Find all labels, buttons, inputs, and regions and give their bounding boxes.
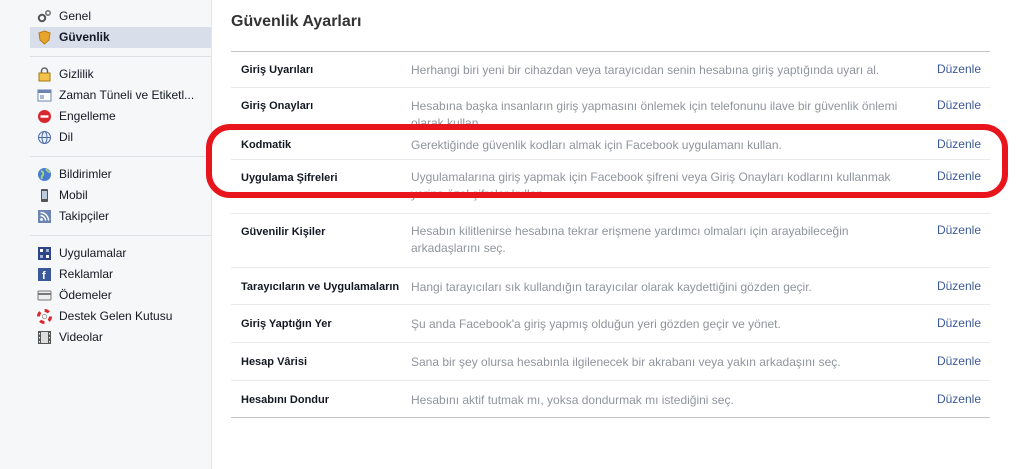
- world-icon: [37, 167, 52, 182]
- globe-icon: [37, 130, 52, 145]
- sidebar-item-label: Uygulamalar: [59, 246, 127, 260]
- nav-group-apps: Uygulamalar f Reklamlar Ödemeler Destek …: [0, 243, 211, 348]
- setting-description: Gerektiğinde güvenlik kodları almak için…: [411, 138, 782, 152]
- sidebar-item-guvenlik[interactable]: Güvenlik: [30, 27, 211, 48]
- sidebar-item-label: Engelleme: [59, 109, 116, 123]
- edit-link[interactable]: Düzenle: [937, 98, 981, 112]
- sidebar-item-bildirimler[interactable]: Bildirimler: [0, 164, 211, 185]
- timeline-icon: [37, 88, 52, 103]
- edit-link[interactable]: Düzenle: [937, 223, 981, 237]
- security-settings-list: Giriş Uyarıları Herhangi biri yeni bir c…: [231, 51, 990, 418]
- rss-icon: [37, 209, 52, 224]
- sidebar-item-label: Destek Gelen Kutusu: [59, 309, 173, 323]
- setting-label: Giriş Uyarıları: [241, 64, 314, 76]
- sidebar-item-genel[interactable]: Genel: [0, 6, 211, 27]
- edit-link[interactable]: Düzenle: [937, 169, 981, 183]
- card-icon: [37, 288, 52, 303]
- setting-label: Hesabını Dondur: [241, 394, 330, 406]
- setting-row-browsers[interactable]: Tarayıcıların ve Uygulamaların Hangi tar…: [231, 267, 990, 304]
- sidebar-item-videolar[interactable]: Videolar: [0, 327, 211, 348]
- sidebar-item-odemeler[interactable]: Ödemeler: [0, 285, 211, 306]
- setting-label: Uygulama Şifreleri: [241, 172, 338, 184]
- edit-link[interactable]: Düzenle: [937, 392, 981, 406]
- lifebuoy-icon: [37, 309, 52, 324]
- setting-description: Uygulamalarına giriş yapmak için Faceboo…: [411, 170, 891, 201]
- sidebar-divider: [30, 156, 211, 157]
- sidebar-item-engelleme[interactable]: Engelleme: [0, 106, 211, 127]
- setting-row-legacy-contact[interactable]: Hesap Vârisi Sana bir şey olursa hesabın…: [231, 342, 990, 380]
- sidebar-divider: [30, 235, 211, 236]
- sidebar-item-reklamlar[interactable]: f Reklamlar: [0, 264, 211, 285]
- main-content: Güvenlik Ayarları Giriş Uyarıları Herhan…: [212, 0, 1029, 469]
- ads-icon: f: [37, 267, 52, 282]
- page-title: Güvenlik Ayarları: [231, 13, 362, 30]
- film-icon: [37, 330, 52, 345]
- sidebar-item-uygulamalar[interactable]: Uygulamalar: [0, 243, 211, 264]
- edit-link[interactable]: Düzenle: [937, 316, 981, 330]
- nav-group-account: Genel Güvenlik: [0, 0, 211, 48]
- edit-link[interactable]: Düzenle: [937, 62, 981, 76]
- sidebar-item-dil[interactable]: Dil: [0, 127, 211, 148]
- sidebar-item-label: Videolar: [59, 330, 103, 344]
- sidebar-item-label: Güvenlik: [59, 30, 110, 44]
- sidebar-item-destek[interactable]: Destek Gelen Kutusu: [0, 306, 211, 327]
- sidebar-item-label: Takipçiler: [59, 209, 110, 223]
- nav-group-notifications: Bildirimler Mobil Takipçiler: [0, 164, 211, 227]
- setting-row-code-generator[interactable]: Kodmatik Gerektiğinde güvenlik kodları a…: [231, 124, 990, 159]
- sidebar-item-label: Bildirimler: [59, 167, 112, 181]
- sidebar-item-gizlilik[interactable]: Gizlilik: [0, 64, 211, 85]
- edit-link[interactable]: Düzenle: [937, 279, 981, 293]
- setting-description: Şu anda Facebook'a giriş yapmış olduğun …: [411, 317, 781, 331]
- setting-label: Giriş Yaptığın Yer: [241, 318, 332, 330]
- setting-row-login-alerts[interactable]: Giriş Uyarıları Herhangi biri yeni bir c…: [231, 52, 990, 87]
- sidebar-divider: [30, 56, 211, 57]
- setting-label: Hesap Vârisi: [241, 356, 308, 368]
- sidebar-item-label: Ödemeler: [59, 288, 112, 302]
- sidebar-item-label: Dil: [59, 130, 73, 144]
- setting-label: Kodmatik: [241, 139, 292, 151]
- setting-description: Hesabına başka insanların giriş yapmasın…: [411, 99, 898, 124]
- setting-row-login-approvals[interactable]: Giriş Onayları Hesabına başka insanların…: [231, 87, 990, 124]
- apps-icon: [37, 246, 52, 261]
- setting-row-app-passwords[interactable]: Uygulama Şifreleri Uygulamalarına giriş …: [231, 159, 990, 213]
- sidebar-item-takipciler[interactable]: Takipçiler: [0, 206, 211, 227]
- sidebar-item-zaman-tuneli[interactable]: Zaman Tüneli ve Etiketl...: [0, 85, 211, 106]
- block-icon: [37, 109, 52, 124]
- setting-description: Sana bir şey olursa hesabınla ilgilenece…: [411, 355, 841, 369]
- lock-icon: [37, 67, 52, 82]
- shield-icon: [37, 30, 52, 45]
- sidebar-item-label: Zaman Tüneli ve Etiketl...: [59, 88, 195, 102]
- edit-link[interactable]: Düzenle: [937, 137, 981, 151]
- setting-description: Hesabın kilitlenirse hesabına tekrar eri…: [411, 224, 849, 255]
- setting-row-where-logged-in[interactable]: Giriş Yaptığın Yer Şu anda Facebook'a gi…: [231, 304, 990, 342]
- sidebar-item-label: Genel: [59, 9, 92, 23]
- settings-sidebar: Genel Güvenlik Gizlilik Zaman Tüneli ve …: [0, 0, 212, 469]
- setting-description: Herhangi biri yeni bir cihazdan veya tar…: [411, 63, 880, 77]
- setting-label: Giriş Onayları: [241, 100, 314, 112]
- sidebar-item-label: Gizlilik: [59, 67, 94, 81]
- gear-icon: [37, 9, 52, 24]
- setting-label: Tarayıcıların ve Uygulamaların: [241, 281, 400, 293]
- setting-label: Güvenilir Kişiler: [241, 226, 326, 238]
- setting-row-deactivate[interactable]: Hesabını Dondur Hesabını aktif tutmak mı…: [231, 380, 990, 417]
- mobile-icon: [37, 188, 52, 203]
- sidebar-item-mobil[interactable]: Mobil: [0, 185, 211, 206]
- setting-description: Hangi tarayıcıları sık kullandığın taray…: [411, 280, 812, 294]
- setting-description: Hesabını aktif tutmak mı, yoksa dondurma…: [411, 393, 734, 407]
- nav-group-privacy: Gizlilik Zaman Tüneli ve Etiketl... Enge…: [0, 64, 211, 148]
- sidebar-item-label: Mobil: [59, 188, 88, 202]
- setting-row-trusted-contacts[interactable]: Güvenilir Kişiler Hesabın kilitlenirse h…: [231, 213, 990, 267]
- edit-link[interactable]: Düzenle: [937, 354, 981, 368]
- sidebar-item-label: Reklamlar: [59, 267, 114, 281]
- svg-text:f: f: [42, 270, 46, 282]
